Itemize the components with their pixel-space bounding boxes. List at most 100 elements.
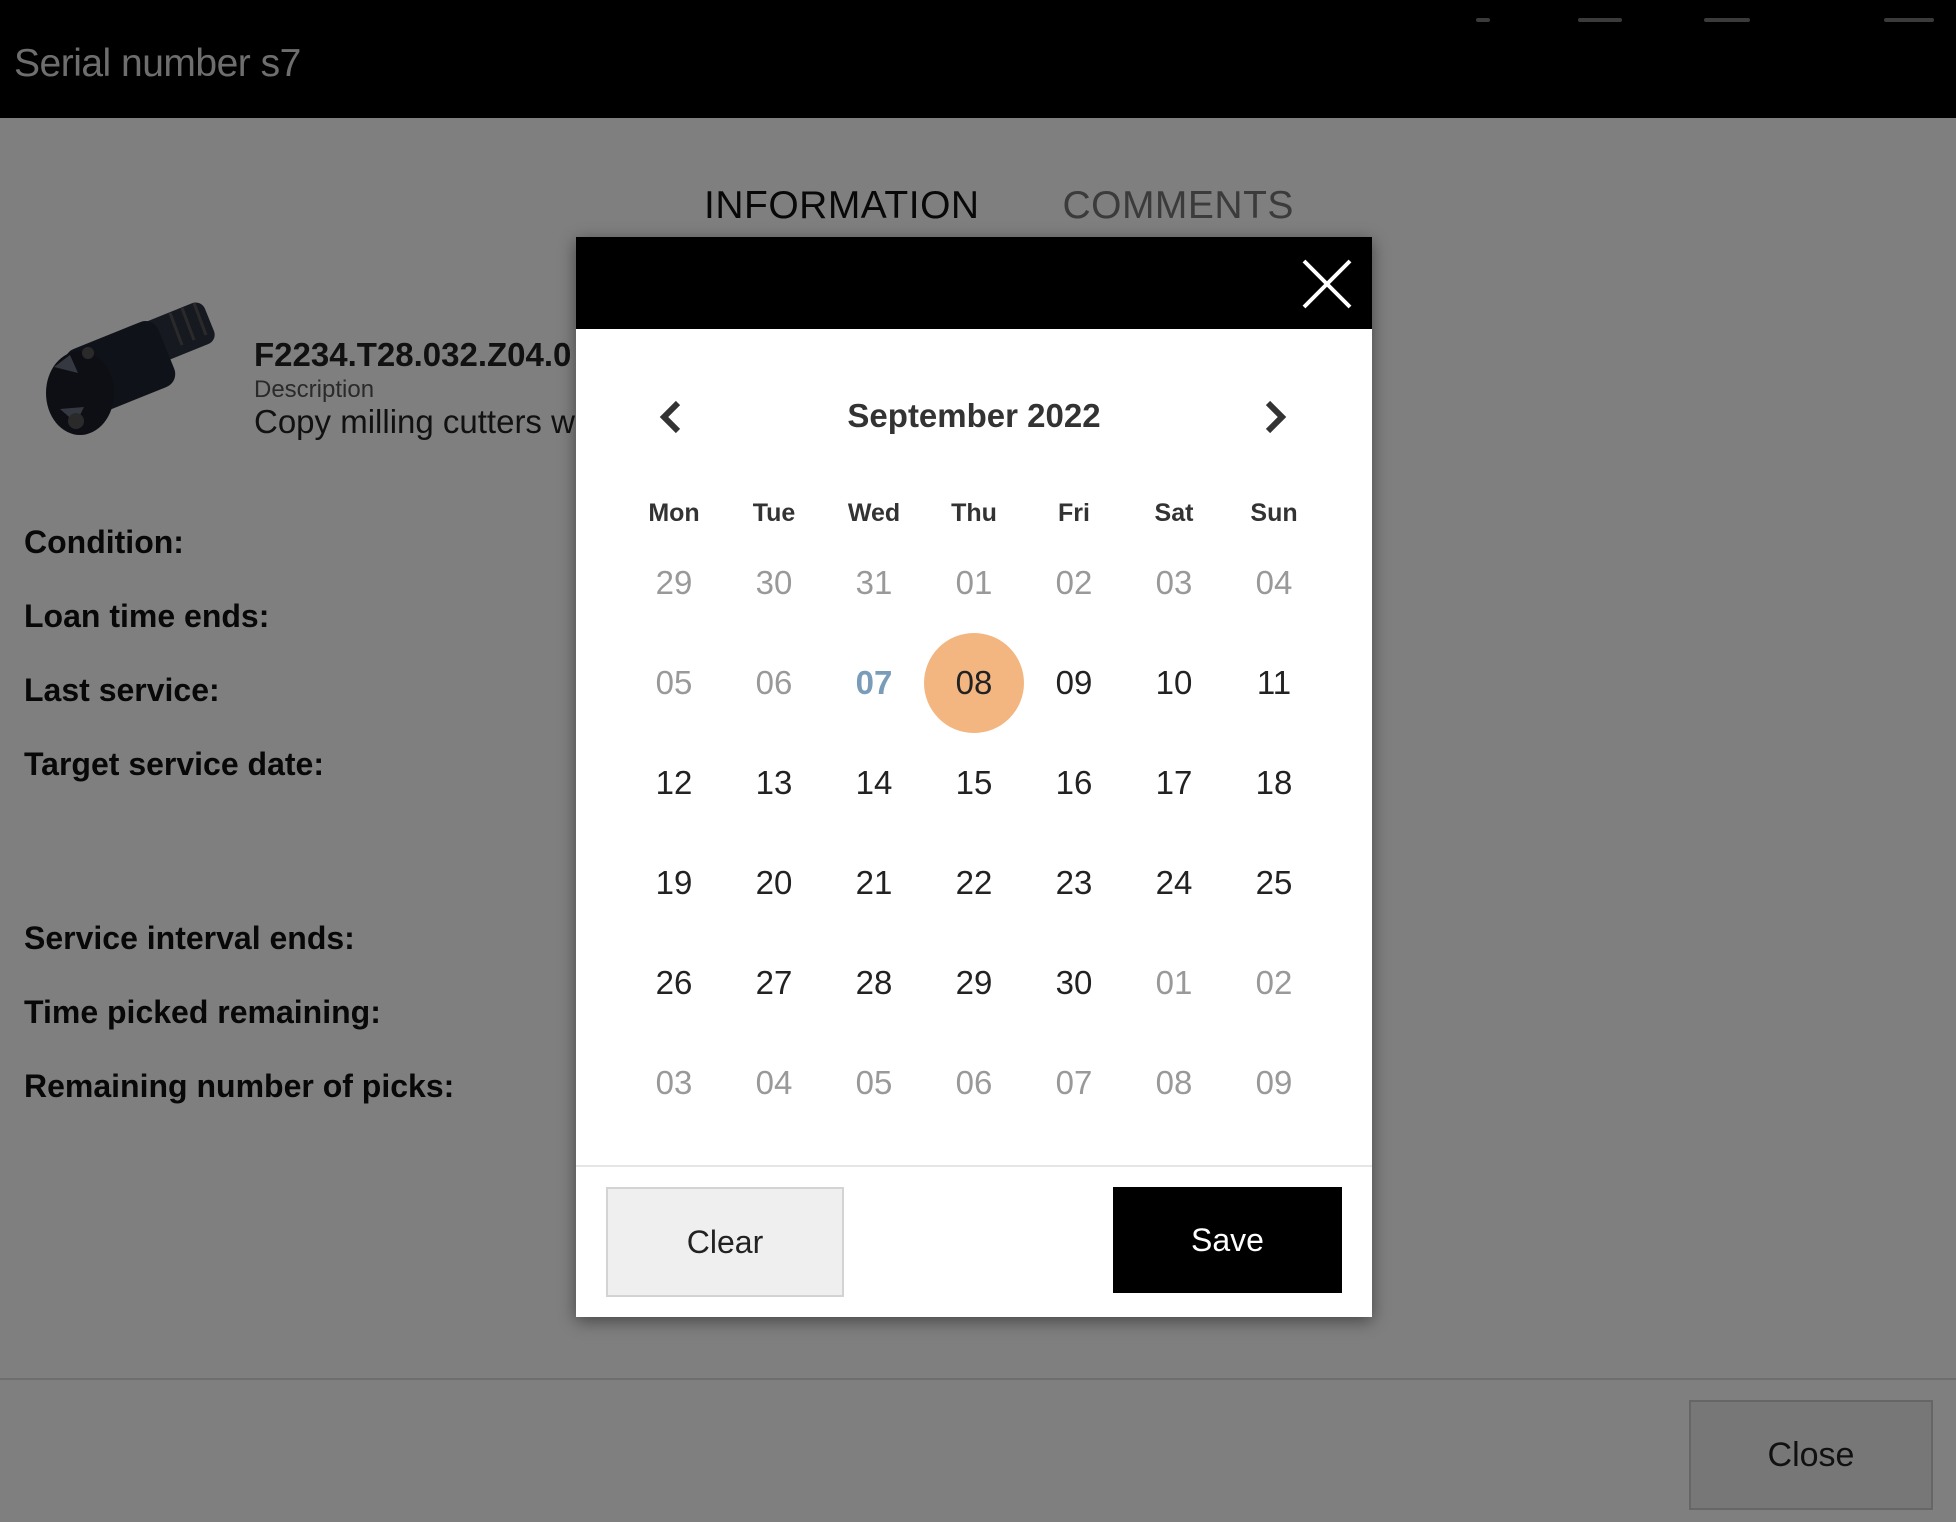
calendar-day-label: 13 — [755, 764, 793, 801]
calendar-day[interactable]: 07 — [1024, 1033, 1124, 1133]
calendar-day[interactable]: 20 — [724, 833, 824, 933]
calendar-day[interactable]: 06 — [724, 633, 824, 733]
calendar-day-label: 10 — [1155, 664, 1193, 701]
date-picker-dialog: September 2022 Mon Tue Wed Thu Fri Sat S… — [576, 237, 1372, 1317]
calendar-day[interactable]: 23 — [1024, 833, 1124, 933]
calendar-day-label: 06 — [755, 664, 793, 701]
calendar-day[interactable]: 30 — [1024, 933, 1124, 1033]
calendar-day-label: 24 — [1155, 864, 1193, 901]
calendar-day-label: 04 — [1255, 564, 1293, 601]
calendar-day-label: 07 — [1055, 1064, 1093, 1101]
calendar-day-label: 08 — [1155, 1064, 1193, 1101]
chevron-right-icon[interactable] — [1252, 395, 1296, 439]
calendar-day-label: 12 — [655, 764, 693, 801]
calendar-day-label: 05 — [655, 664, 693, 701]
calendar-day[interactable]: 02 — [1224, 933, 1324, 1033]
calendar-day[interactable]: 09 — [1224, 1033, 1324, 1133]
calendar-day[interactable]: 09 — [1024, 633, 1124, 733]
calendar-day-label: 08 — [955, 664, 993, 701]
calendar-week-row: 26 27 28 29 30 01 02 — [624, 933, 1324, 1033]
calendar-day-label: 31 — [855, 564, 893, 601]
calendar-week-row: 29 30 31 01 02 03 04 — [624, 533, 1324, 633]
calendar-day[interactable]: 31 — [824, 533, 924, 633]
calendar-day[interactable]: 29 — [624, 533, 724, 633]
calendar-day-label: 16 — [1055, 764, 1093, 801]
calendar-day[interactable]: 04 — [1224, 533, 1324, 633]
calendar-day[interactable]: 12 — [624, 733, 724, 833]
dialog-footer-divider — [576, 1165, 1372, 1167]
calendar-navigation: September 2022 — [576, 387, 1372, 447]
calendar-day[interactable]: 25 — [1224, 833, 1324, 933]
calendar-day[interactable]: 17 — [1124, 733, 1224, 833]
calendar-day[interactable]: 27 — [724, 933, 824, 1033]
calendar-day[interactable]: 03 — [1124, 533, 1224, 633]
calendar-day[interactable]: 28 — [824, 933, 924, 1033]
calendar-day-selected[interactable]: 08 — [924, 633, 1024, 733]
calendar-day-label: 29 — [955, 964, 993, 1001]
calendar-day[interactable]: 10 — [1124, 633, 1224, 733]
calendar-day[interactable]: 13 — [724, 733, 824, 833]
calendar-week-row: 05 06 07 08 09 10 11 — [624, 633, 1324, 733]
calendar-day-grid: 29 30 31 01 02 03 04 05 06 07 08 09 10 11 12 13 14 15 16 17… — [624, 533, 1324, 1133]
calendar-day[interactable]: 30 — [724, 533, 824, 633]
calendar-day[interactable]: 14 — [824, 733, 924, 833]
calendar-day[interactable]: 01 — [1124, 933, 1224, 1033]
clear-button[interactable]: Clear — [606, 1187, 844, 1297]
calendar-day[interactable]: 15 — [924, 733, 1024, 833]
calendar-week-row: 03 04 05 06 07 08 09 — [624, 1033, 1324, 1133]
calendar-day-label: 25 — [1255, 864, 1293, 901]
calendar-day-label: 04 — [755, 1064, 793, 1101]
weekday-label: Sun — [1250, 499, 1298, 527]
calendar-day-label: 14 — [855, 764, 893, 801]
calendar-day-label: 20 — [755, 864, 793, 901]
calendar-day[interactable]: 05 — [624, 633, 724, 733]
calendar-day[interactable]: 18 — [1224, 733, 1324, 833]
calendar-day-label: 21 — [855, 864, 893, 901]
calendar-day[interactable]: 21 — [824, 833, 924, 933]
calendar-day-label: 18 — [1255, 764, 1293, 801]
calendar-day-label: 27 — [755, 964, 793, 1001]
calendar-day-label: 02 — [1055, 564, 1093, 601]
dialog-header — [576, 237, 1372, 329]
calendar-day[interactable]: 11 — [1224, 633, 1324, 733]
calendar-day[interactable]: 04 — [724, 1033, 824, 1133]
calendar-day-label: 05 — [855, 1064, 893, 1101]
calendar-day-label: 11 — [1256, 664, 1292, 701]
weekday-header: Mon Tue Wed Thu Fri Sat Sun — [624, 499, 1324, 528]
calendar-day[interactable]: 24 — [1124, 833, 1224, 933]
calendar-day-today[interactable]: 07 — [824, 633, 924, 733]
calendar-day[interactable]: 08 — [1124, 1033, 1224, 1133]
calendar-week-row: 12 13 14 15 16 17 18 — [624, 733, 1324, 833]
save-button[interactable]: Save — [1113, 1187, 1342, 1293]
calendar-day-label: 01 — [955, 564, 993, 601]
calendar-day-label: 07 — [855, 664, 893, 701]
calendar-day-label: 26 — [655, 964, 693, 1001]
calendar-day-label: 23 — [1055, 864, 1093, 901]
calendar-day[interactable]: 19 — [624, 833, 724, 933]
weekday-label: Fri — [1058, 499, 1090, 527]
calendar-day[interactable]: 26 — [624, 933, 724, 1033]
calendar-day-label: 30 — [755, 564, 793, 601]
close-icon[interactable] — [1300, 257, 1354, 311]
calendar-day-label: 17 — [1155, 764, 1193, 801]
weekday-label: Wed — [847, 499, 901, 527]
calendar-week-row: 19 20 21 22 23 24 25 — [624, 833, 1324, 933]
calendar-day[interactable]: 02 — [1024, 533, 1124, 633]
calendar-day-label: 02 — [1255, 964, 1293, 1001]
calendar-day-label: 29 — [655, 564, 693, 601]
calendar-day[interactable]: 06 — [924, 1033, 1024, 1133]
calendar-day-label: 15 — [955, 764, 993, 801]
weekday-label: Tue — [752, 499, 796, 527]
calendar-day[interactable]: 22 — [924, 833, 1024, 933]
calendar-day-label: 28 — [855, 964, 893, 1001]
calendar-day[interactable]: 29 — [924, 933, 1024, 1033]
calendar-day[interactable]: 03 — [624, 1033, 724, 1133]
calendar-day[interactable]: 16 — [1024, 733, 1124, 833]
calendar-day[interactable]: 05 — [824, 1033, 924, 1133]
calendar-day-label: 09 — [1055, 664, 1093, 701]
calendar-day-label: 19 — [655, 864, 693, 901]
calendar-day-label: 06 — [955, 1064, 993, 1101]
calendar-day-label: 03 — [655, 1064, 693, 1101]
calendar-day[interactable]: 01 — [924, 533, 1024, 633]
calendar-day-label: 30 — [1055, 964, 1093, 1001]
